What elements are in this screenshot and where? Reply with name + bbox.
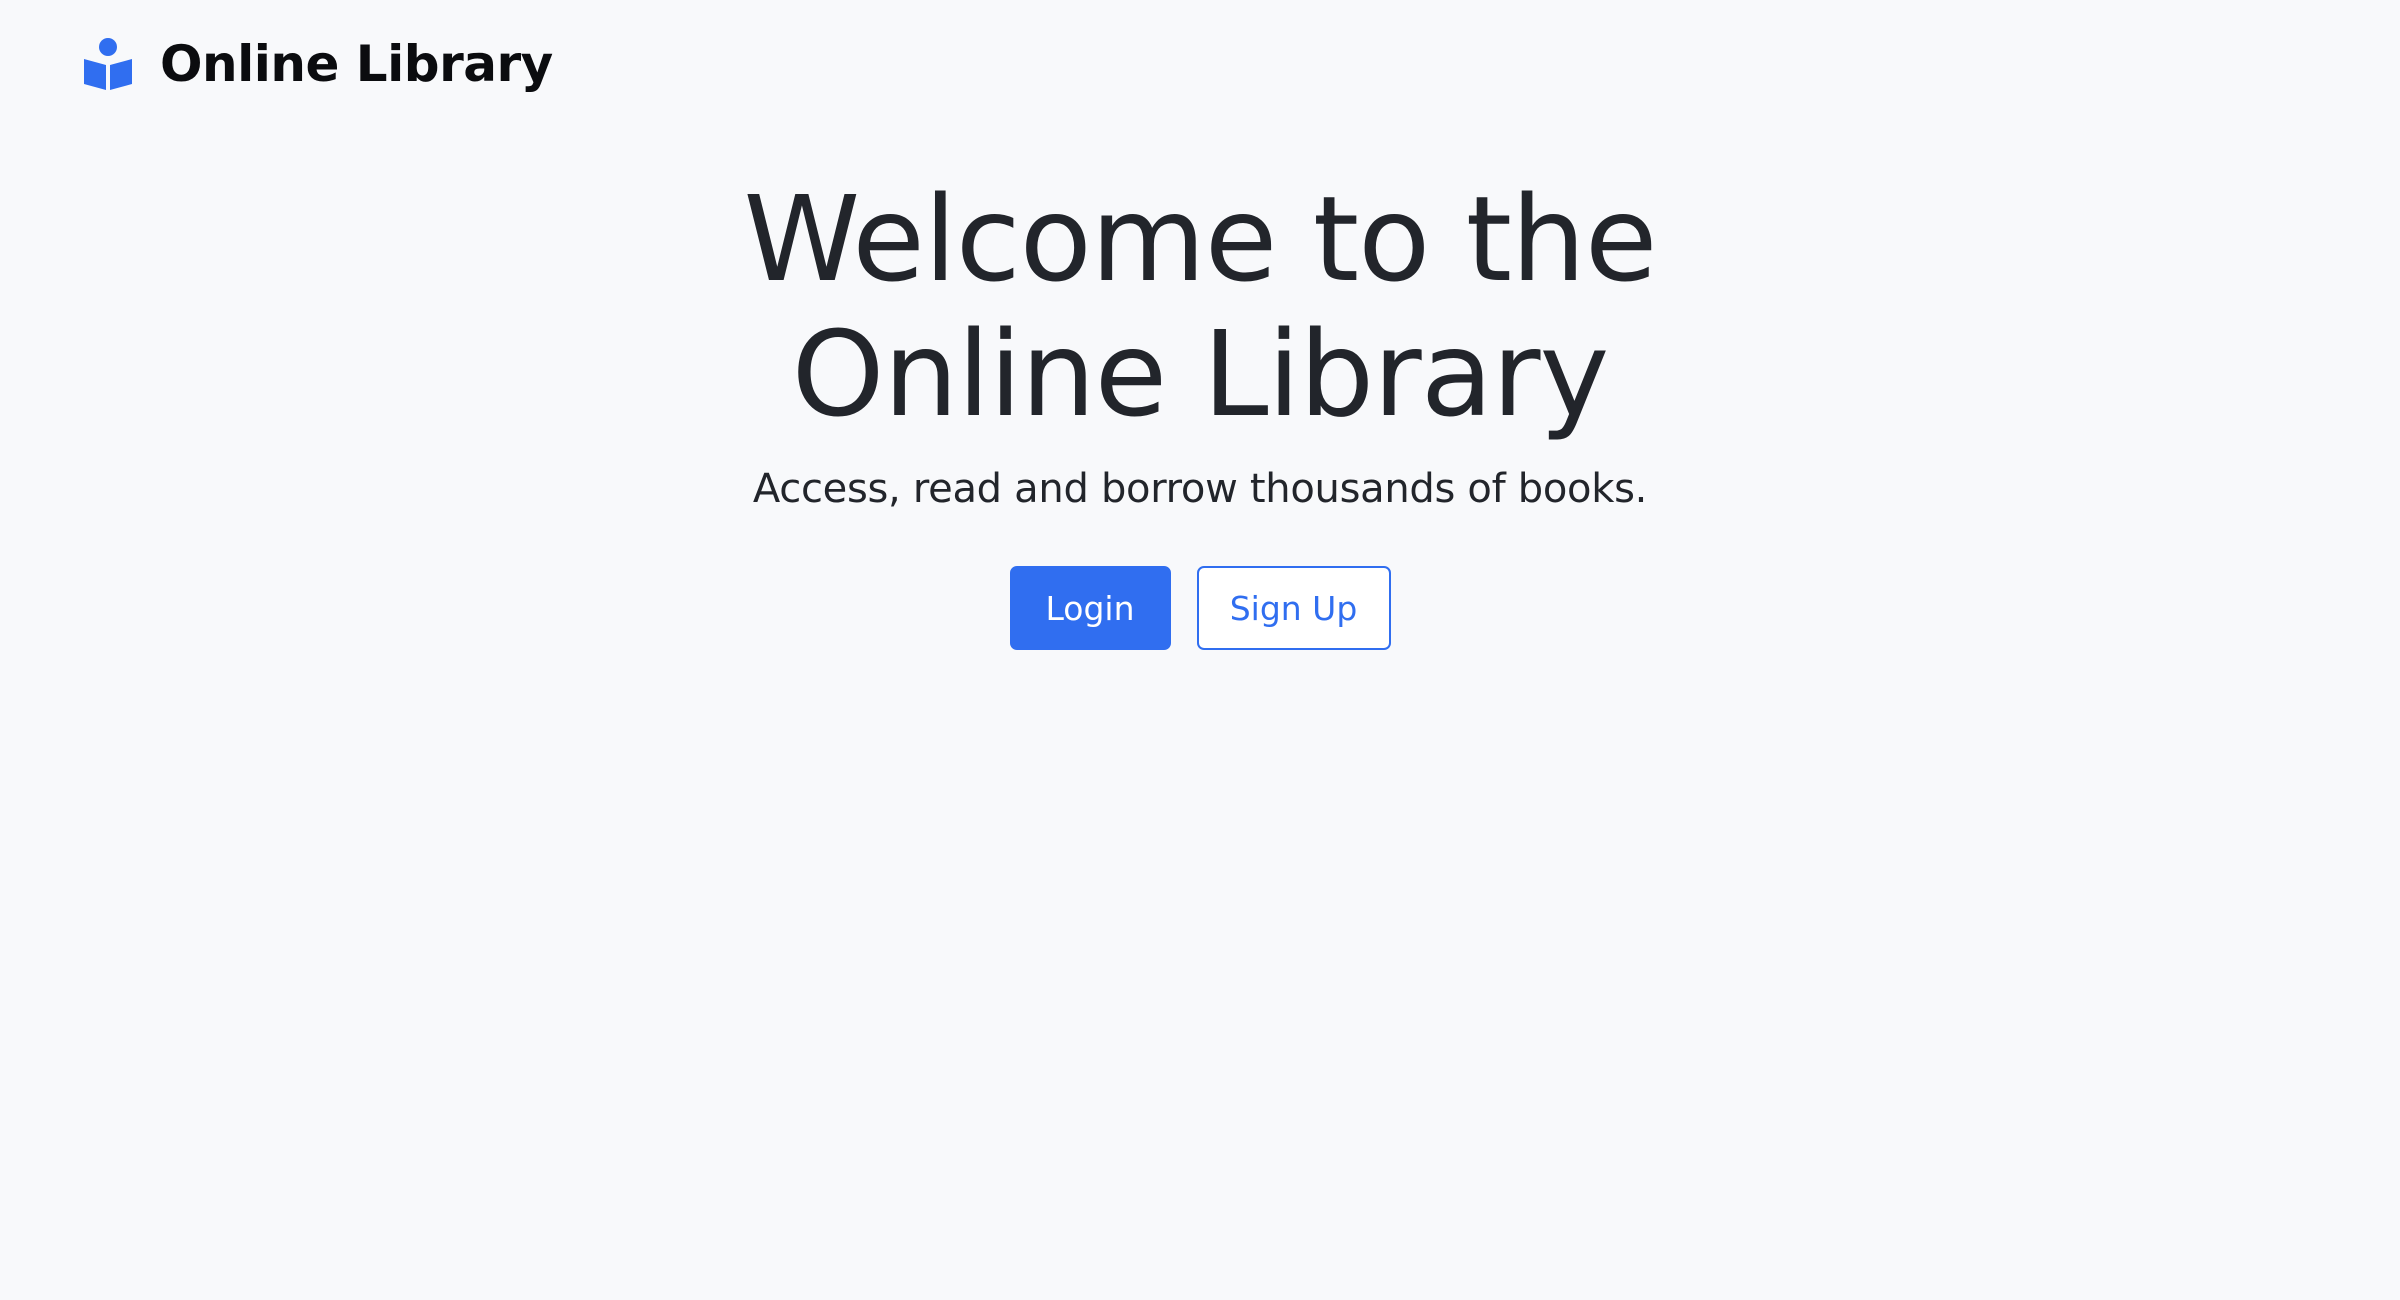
hero-actions: Login Sign Up xyxy=(0,566,2400,650)
hero-title: Welcome to the Online Library xyxy=(743,170,1658,443)
site-header: Online Library xyxy=(82,34,553,94)
login-button[interactable]: Login xyxy=(1009,566,1171,650)
signup-button[interactable]: Sign Up xyxy=(1196,566,1391,650)
hero-subtitle: Access, read and borrow thousands of boo… xyxy=(752,466,1648,512)
book-reader-icon xyxy=(84,38,132,90)
site-brand[interactable]: Online Library xyxy=(160,34,553,94)
hero-section: Welcome to the Online Library Access, re… xyxy=(0,172,2400,650)
